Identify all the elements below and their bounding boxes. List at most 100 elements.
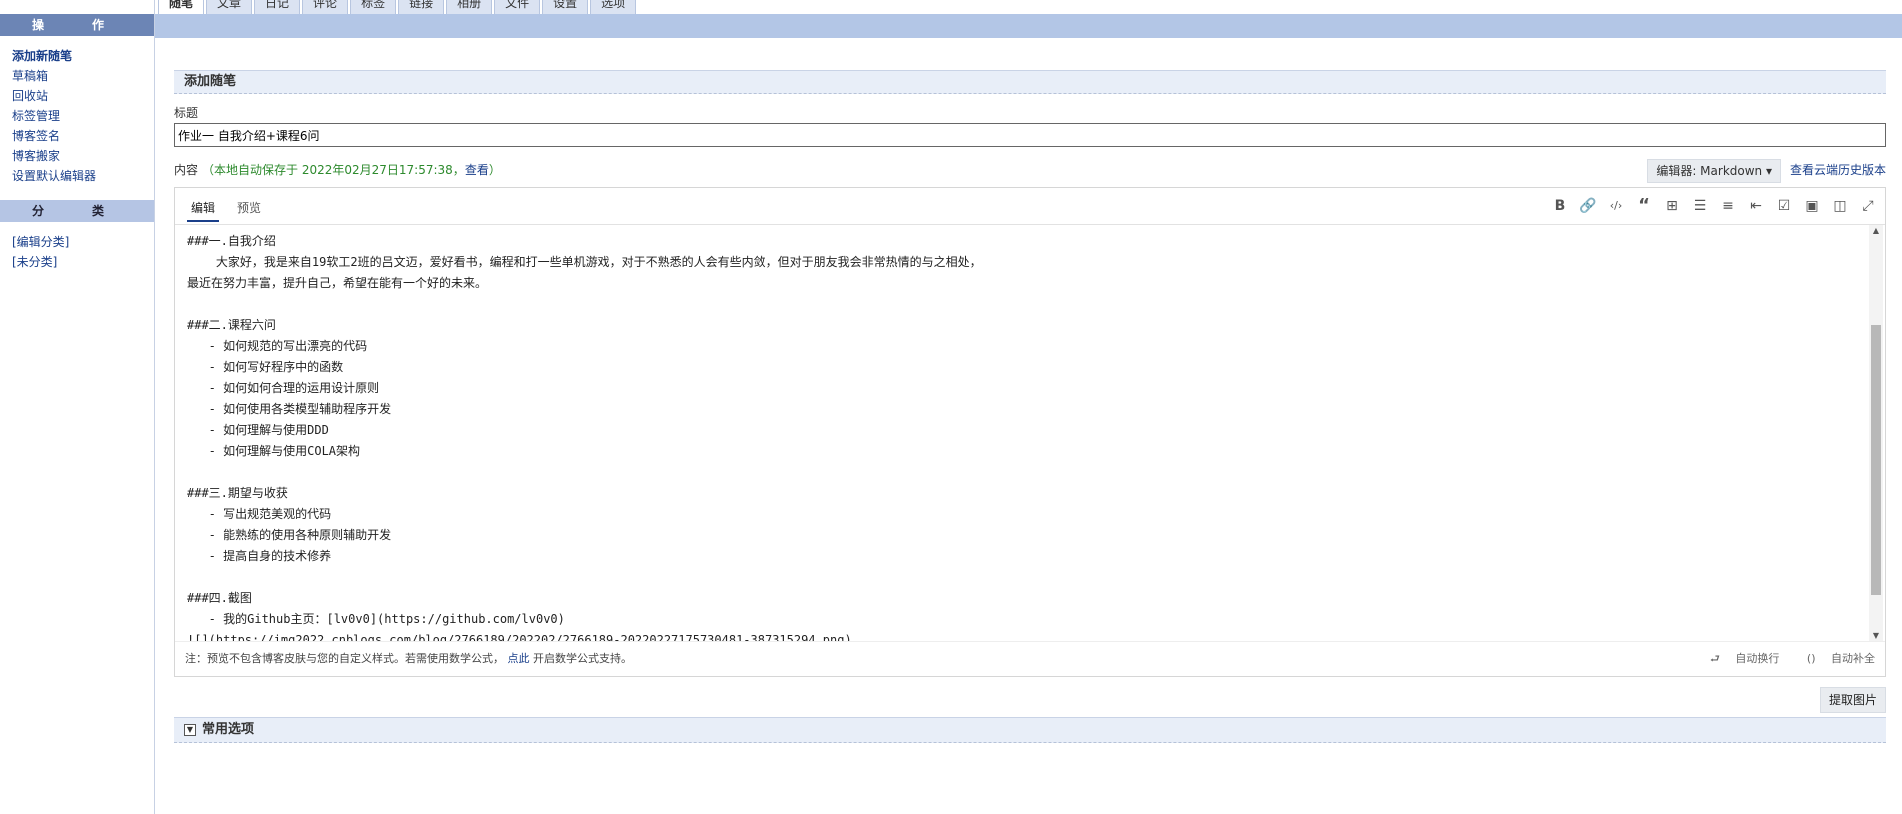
formatting-tools: B 🔗 ‹/› “ ⊞ ☰ ≡ ⇤ ☑ ▣ ◫ ⤢ [1551, 197, 1877, 215]
operations-list: 添加新随笔 草稿箱 回收站 标签管理 博客签名 博客搬家 设置默认编辑器 [0, 36, 154, 194]
top-navigation: 随笔 文章 日记 评论 标签 链接 相册 文件 设置 选项 [155, 0, 1902, 40]
image-icon[interactable]: ▣ [1803, 197, 1821, 215]
sidebar-item-add-post[interactable]: 添加新随笔 [12, 46, 154, 66]
main-panel: 添加随笔 标题 内容（本地自动保存于 2022年02月27日17:57:38，查… [174, 70, 1886, 743]
fullscreen-icon[interactable]: ⤢ [1859, 197, 1877, 215]
markdown-editor: 编辑 预览 B 🔗 ‹/› “ ⊞ ☰ ≡ ⇤ ☑ ▣ ◫ ⤢ ###一.自我介… [174, 187, 1886, 677]
tab-strip: 随笔 文章 日记 评论 标签 链接 相册 文件 设置 选项 [158, 0, 638, 15]
tab-posts[interactable]: 随笔 [158, 0, 205, 15]
unordered-list-icon[interactable]: ☰ [1691, 197, 1709, 215]
sidebar: 操 作 添加新随笔 草稿箱 回收站 标签管理 博客签名 博客搬家 设置默认编辑器… [0, 0, 155, 814]
sidebar-item-edit-categories[interactable]: [编辑分类] [12, 232, 154, 252]
operations-header: 操 作 [0, 14, 154, 36]
autosave-close: ） [488, 163, 501, 177]
indent-icon[interactable]: ⇤ [1747, 197, 1765, 215]
brackets-icon: () [1806, 652, 1816, 665]
code-line: - 写出规范美观的代码 [187, 507, 332, 521]
sidebar-item-default-editor[interactable]: 设置默认编辑器 [12, 166, 154, 186]
cloud-history-link[interactable]: 查看云端历史版本 [1790, 159, 1886, 181]
sidebar-item-blog-signature[interactable]: 博客签名 [12, 126, 154, 146]
categories-list: [编辑分类] [未分类] [0, 222, 154, 280]
link-icon[interactable]: 🔗 [1579, 197, 1597, 215]
tab-files[interactable]: 文件 [494, 0, 541, 15]
sidebar-link-blog-migration[interactable]: 博客搬家 [12, 149, 60, 163]
title-label: 标题 [174, 106, 199, 120]
sidebar-link-drafts[interactable]: 草稿箱 [12, 69, 48, 83]
auto-wrap-label: 自动换行 [1735, 652, 1780, 665]
common-options-label: 常用选项 [202, 722, 255, 737]
auto-complete-toggle[interactable]: () 自动补全 [1795, 652, 1875, 665]
footer-note: 注：预览不包含博客皮肤与您的自定义样式。若需使用数学公式， [185, 652, 504, 665]
sidebar-item-uncategorized[interactable]: [未分类] [12, 252, 154, 272]
code-line: ###二.课程六问 [187, 318, 276, 332]
code-line: - 提高自身的技术修养 [187, 549, 332, 563]
checklist-icon[interactable]: ☑ [1775, 197, 1793, 215]
code-line: - 如何规范的写出漂亮的代码 [187, 339, 368, 353]
collapse-icon[interactable]: ▼ [184, 723, 196, 736]
content-row: 内容 （本地自动保存于 2022年02月27日17:57:38，查看） 编辑器: … [174, 159, 1886, 183]
tab-links[interactable]: 链接 [398, 0, 445, 15]
title-input[interactable] [174, 123, 1886, 147]
tab-comments[interactable]: 评论 [302, 0, 349, 15]
sidebar-link-add-post[interactable]: 添加新随笔 [12, 49, 72, 63]
markdown-text-area[interactable]: ###一.自我介绍 大家好，我是来自19软工2班的吕文迈，爱好看书，编程和打一些… [175, 225, 1867, 642]
sidebar-link-default-editor[interactable]: 设置默认编辑器 [12, 169, 96, 183]
table-icon[interactable]: ⊞ [1663, 197, 1681, 215]
quote-icon[interactable]: “ [1635, 197, 1653, 215]
categories-header: 分 类 [0, 200, 154, 222]
scroll-thumb[interactable] [1871, 325, 1881, 595]
tab-articles[interactable]: 文章 [206, 0, 253, 15]
editor-select-dropdown[interactable]: 编辑器: Markdown ▾ [1647, 159, 1781, 183]
extract-row: 提取图片 [174, 677, 1886, 717]
extract-images-button[interactable]: 提取图片 [1819, 687, 1886, 713]
scroll-down-icon[interactable]: ▼ [1871, 632, 1881, 640]
footer-note-end: 开启数学公式支持。 [533, 652, 632, 665]
sidebar-link-blog-signature[interactable]: 博客签名 [12, 129, 60, 143]
ordered-list-icon[interactable]: ≡ [1719, 197, 1737, 215]
code-line: ###四.截图 [187, 591, 252, 605]
auto-wrap-toggle[interactable]: ⮐ 自动换行 [1698, 652, 1779, 665]
section-title: 添加随笔 [174, 70, 1886, 94]
tab-edit[interactable]: 编辑 [187, 196, 220, 222]
autosave-status: （本地自动保存于 2022年02月27日17:57:38，查看） [202, 163, 501, 177]
code-icon[interactable]: ‹/› [1607, 197, 1625, 215]
split-view-icon[interactable]: ◫ [1831, 197, 1849, 215]
code-line: - 如何理解与使用DDD [187, 423, 329, 437]
code-line: - 能熟练的使用各种原则辅助开发 [187, 528, 392, 542]
sidebar-link-tag-management[interactable]: 标签管理 [12, 109, 60, 123]
sidebar-item-blog-migration[interactable]: 博客搬家 [12, 146, 154, 166]
code-line: - 如何如何合理的运用设计原则 [187, 381, 380, 395]
sidebar-link-recycle-bin[interactable]: 回收站 [12, 89, 48, 103]
code-line: ###三.期望与收获 [187, 486, 288, 500]
sidebar-item-drafts[interactable]: 草稿箱 [12, 66, 154, 86]
code-line: - 我的Github主页：[lv0v0](https://github.com/… [187, 612, 565, 626]
wrap-icon: ⮐ [1710, 652, 1720, 665]
sidebar-link-edit-categories[interactable]: [编辑分类] [12, 235, 69, 249]
header-bar [155, 14, 1902, 38]
tab-settings[interactable]: 设置 [542, 0, 589, 15]
math-support-link[interactable]: 点此 [508, 652, 530, 665]
tab-preview[interactable]: 预览 [233, 196, 265, 220]
common-options-bar[interactable]: ▼ 常用选项 [174, 717, 1886, 743]
auto-complete-label: 自动补全 [1831, 652, 1875, 665]
editor-scrollbar[interactable]: ▲ ▼ [1869, 225, 1883, 642]
sidebar-item-recycle-bin[interactable]: 回收站 [12, 86, 154, 106]
tab-tags[interactable]: 标签 [350, 0, 397, 15]
tab-diary[interactable]: 日记 [254, 0, 301, 15]
autosave-view-link[interactable]: 查看 [465, 163, 489, 177]
content-label: 内容 [174, 163, 199, 177]
footer-toggles: ⮐ 自动换行 () 自动补全 [1686, 642, 1875, 676]
code-line: 最近在努力丰富，提升自己，希望在能有一个好的未来。 [187, 276, 488, 290]
editor-footer: 注：预览不包含博客皮肤与您的自定义样式。若需使用数学公式， 点此 开启数学公式支… [175, 641, 1885, 676]
scroll-up-icon[interactable]: ▲ [1871, 227, 1881, 235]
sidebar-link-uncategorized[interactable]: [未分类] [12, 255, 57, 269]
bold-icon[interactable]: B [1551, 197, 1569, 215]
autosave-text: （本地自动保存于 2022年02月27日17:57:38， [202, 163, 465, 177]
editor-toolbar: 编辑 预览 B 🔗 ‹/› “ ⊞ ☰ ≡ ⇤ ☑ ▣ ◫ ⤢ [175, 188, 1885, 225]
sidebar-item-tag-management[interactable]: 标签管理 [12, 106, 154, 126]
tab-options[interactable]: 选项 [590, 0, 637, 15]
tab-albums[interactable]: 相册 [446, 0, 493, 15]
